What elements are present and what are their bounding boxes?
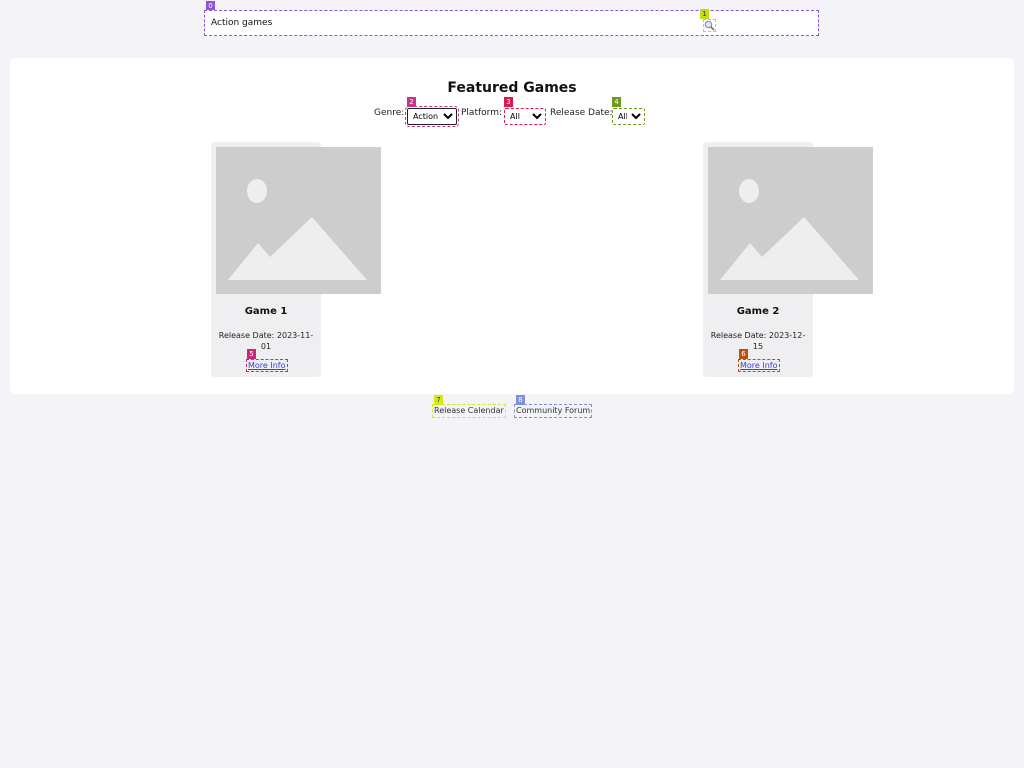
page-title: Featured Games [447,80,577,96]
marker-3: 3 [504,97,513,107]
marker-6: 6 [739,349,748,359]
featured-games-panel: Featured Games Genre: 2 Action Platform:… [10,58,1014,394]
game-card: Game 1 Release Date: 2023-11-01 5 More I… [211,142,381,377]
release-calendar-link[interactable]: Release Calendar [432,404,506,418]
image-placeholder-icon [216,147,381,294]
search-button[interactable] [703,19,716,32]
release-date-label: Release Date: [550,108,613,118]
more-info-link[interactable]: More Info [738,359,780,372]
genre-label: Genre: [374,108,405,118]
platform-label: Platform: [461,108,502,118]
image-placeholder-icon [708,147,873,294]
game-card: Game 2 Release Date: 2023-12-15 6 More I… [703,142,873,377]
game-title: Game 1 [244,306,288,317]
more-info-link[interactable]: More Info [246,359,288,372]
community-forum-link[interactable]: Community Forum [514,404,593,418]
marker-2: 2 [407,97,416,107]
marker-1: 1 [700,9,709,19]
marker-4: 4 [612,97,621,107]
marker-5: 5 [247,349,256,359]
search-input[interactable] [206,12,817,34]
game-title: Game 2 [736,306,780,317]
genre-select[interactable]: Action [405,106,459,127]
platform-select[interactable]: All [504,108,546,125]
release-date-select[interactable]: All [612,108,645,125]
game-release-date: Release Date: 2023-11-01 [218,331,314,351]
search-icon [704,20,715,31]
search-bar: 1 [204,9,819,36]
game-release-date: Release Date: 2023-12-15 [710,331,806,351]
